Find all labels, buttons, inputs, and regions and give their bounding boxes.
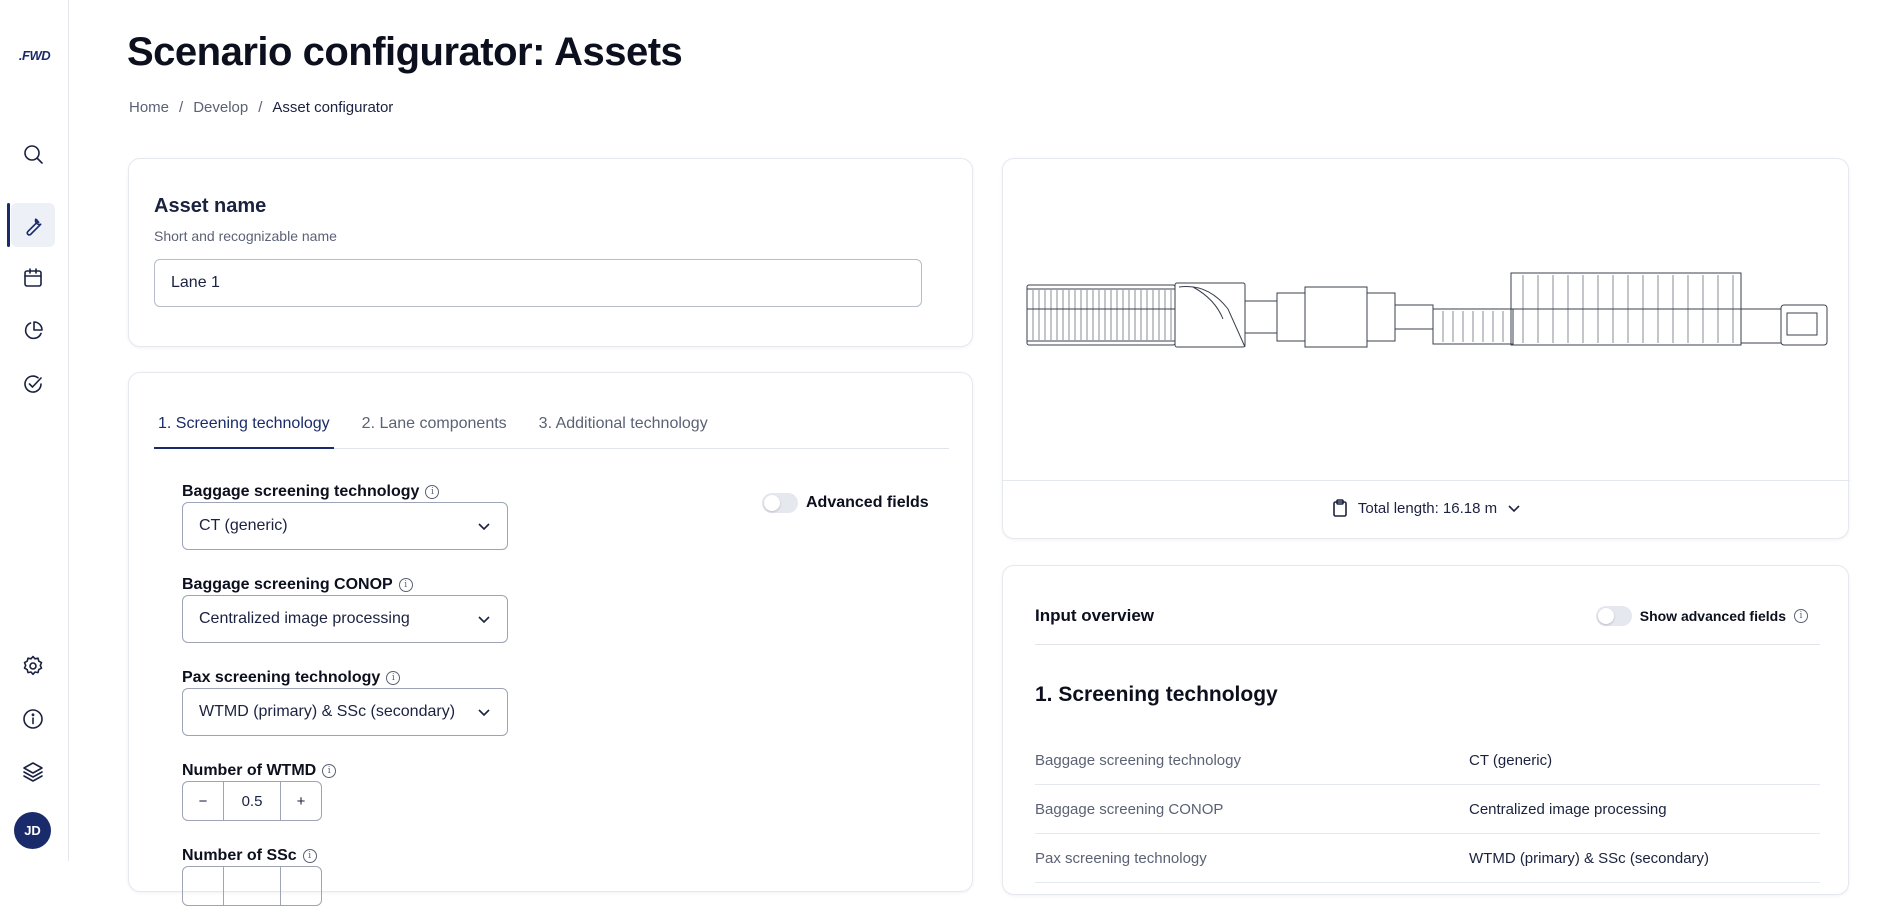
breadcrumb-separator: / [179, 99, 184, 116]
breadcrumb-separator: / [258, 99, 263, 116]
asset-name-input[interactable] [154, 259, 922, 307]
decrement-button[interactable]: − [183, 782, 223, 820]
baggage-tech-select[interactable]: CT (generic) [182, 502, 508, 550]
advanced-fields-toggle[interactable]: Advanced fields [762, 493, 929, 513]
chevron-down-icon [1508, 505, 1520, 513]
baggage-tech-label-text: Baggage screening technology [182, 483, 420, 500]
chevron-down-icon [478, 616, 490, 624]
calendar-icon [24, 268, 42, 287]
show-advanced-fields-label: Show advanced fields [1639, 608, 1786, 624]
overview-row: Pax screening technology WTMD (primary) … [1035, 834, 1820, 883]
overview-row-value: CT (generic) [1469, 751, 1553, 769]
breadcrumb: Home / Develop / Asset configurator [129, 99, 393, 116]
info-icon[interactable]: i [398, 578, 413, 592]
app-logo[interactable]: .FWD [0, 48, 69, 63]
pax-tech-label: Pax screening technology i [182, 669, 401, 687]
conop-select[interactable]: Centralized image processing [182, 595, 508, 643]
chevron-down-icon [478, 523, 490, 531]
breadcrumb-current: Asset configurator [272, 99, 394, 116]
overview-row: Baggage screening technology CT (generic… [1035, 736, 1820, 785]
sidebar-item-analytics[interactable] [11, 309, 55, 353]
sidebar-item-settings[interactable] [11, 644, 55, 688]
wtmd-count-value[interactable]: 0.5 [223, 782, 281, 820]
clipboard-icon [1333, 499, 1347, 517]
overview-row-key: Baggage screening CONOP [1035, 800, 1224, 818]
chevron-down-icon [478, 709, 490, 717]
pie-chart-icon [24, 321, 43, 340]
overview-row-value: Centralized image processing [1469, 800, 1667, 818]
wtmd-count-label-text: Number of WTMD [182, 762, 317, 779]
pax-tech-label-text: Pax screening technology [182, 669, 381, 686]
wtmd-count-label: Number of WTMD i [182, 762, 337, 780]
divider [1035, 644, 1820, 645]
sidebar-item-search[interactable] [11, 132, 55, 176]
check-circle-icon [24, 375, 42, 393]
avatar[interactable]: JD [14, 812, 51, 849]
info-icon[interactable]: i [425, 485, 440, 499]
page-title: Scenario configurator: Assets [127, 30, 683, 74]
layers-icon [23, 762, 43, 782]
sidebar-item-info[interactable] [11, 697, 55, 741]
ssc-count-label-text: Number of SSc [182, 847, 297, 864]
total-length-toggle[interactable]: Total length: 16.18 m [1003, 499, 1850, 517]
tab-screening-technology[interactable]: 1. Screening technology [154, 411, 334, 449]
configuration-card: 1. Screening technology 2. Lane componen… [128, 372, 973, 906]
overview-row: Baggage screening CONOP Centralized imag… [1035, 785, 1820, 834]
baggage-tech-value: CT (generic) [199, 517, 288, 534]
config-tabs: 1. Screening technology 2. Lane componen… [154, 411, 949, 449]
wrench-icon [26, 218, 42, 236]
lane-diagram [1003, 159, 1850, 481]
lane-preview-card: Total length: 16.18 m [1002, 158, 1850, 539]
lane-layout-drawing [1026, 272, 1828, 348]
sidebar: .FWD JD [0, 0, 69, 861]
advanced-fields-label: Advanced fields [806, 494, 929, 511]
ssc-count-label: Number of SSc i [182, 847, 317, 865]
conop-label-text: Baggage screening CONOP [182, 576, 393, 593]
overview-row-value: WTMD (primary) & SSc (secondary) [1469, 849, 1710, 867]
asset-name-subtitle: Short and recognizable name [154, 228, 337, 244]
decrement-button[interactable] [183, 867, 223, 905]
pax-tech-value: WTMD (primary) & SSc (secondary) [199, 703, 456, 720]
overview-row-key: Baggage screening technology [1035, 751, 1241, 769]
baggage-tech-label: Baggage screening technology i [182, 483, 440, 501]
wtmd-count-stepper[interactable]: − 0.5 + [182, 781, 322, 821]
tab-additional-technology[interactable]: 3. Additional technology [535, 411, 712, 449]
conop-label: Baggage screening CONOP i [182, 576, 413, 594]
sidebar-item-layers[interactable] [11, 750, 55, 794]
info-icon[interactable]: i [1794, 609, 1808, 623]
asset-name-card: Asset name Short and recognizable name [128, 158, 973, 347]
sidebar-item-develop[interactable] [7, 203, 55, 247]
search-icon [24, 145, 43, 164]
breadcrumb-home[interactable]: Home [129, 99, 169, 116]
sidebar-item-calendar[interactable] [11, 256, 55, 300]
advanced-fields-switch[interactable] [762, 493, 798, 513]
sidebar-item-validate[interactable] [11, 362, 55, 406]
breadcrumb-develop[interactable]: Develop [193, 99, 248, 116]
show-advanced-fields-switch[interactable] [1595, 606, 1632, 626]
conop-value: Centralized image processing [199, 610, 410, 627]
info-icon[interactable]: i [322, 764, 337, 778]
pax-tech-select[interactable]: WTMD (primary) & SSc (secondary) [182, 688, 508, 736]
ssc-count-stepper[interactable] [182, 866, 322, 906]
show-advanced-fields-toggle[interactable]: Show advanced fields i [1595, 606, 1808, 626]
asset-name-title: Asset name [154, 195, 267, 217]
increment-button[interactable]: + [281, 782, 321, 820]
info-icon [23, 709, 43, 729]
increment-button[interactable] [281, 867, 321, 905]
input-overview-card: Input overview Show advanced fields i 1.… [1002, 565, 1849, 895]
gear-icon [23, 655, 43, 676]
info-icon[interactable]: i [386, 671, 401, 685]
ssc-count-value[interactable] [223, 867, 281, 905]
tab-lane-components[interactable]: 2. Lane components [358, 411, 511, 449]
overview-section-title: 1. Screening technology [1035, 683, 1278, 706]
total-length-text: Total length: 16.18 m [1357, 499, 1498, 517]
input-overview-title: Input overview [1035, 606, 1155, 625]
overview-row-key: Pax screening technology [1035, 849, 1207, 867]
